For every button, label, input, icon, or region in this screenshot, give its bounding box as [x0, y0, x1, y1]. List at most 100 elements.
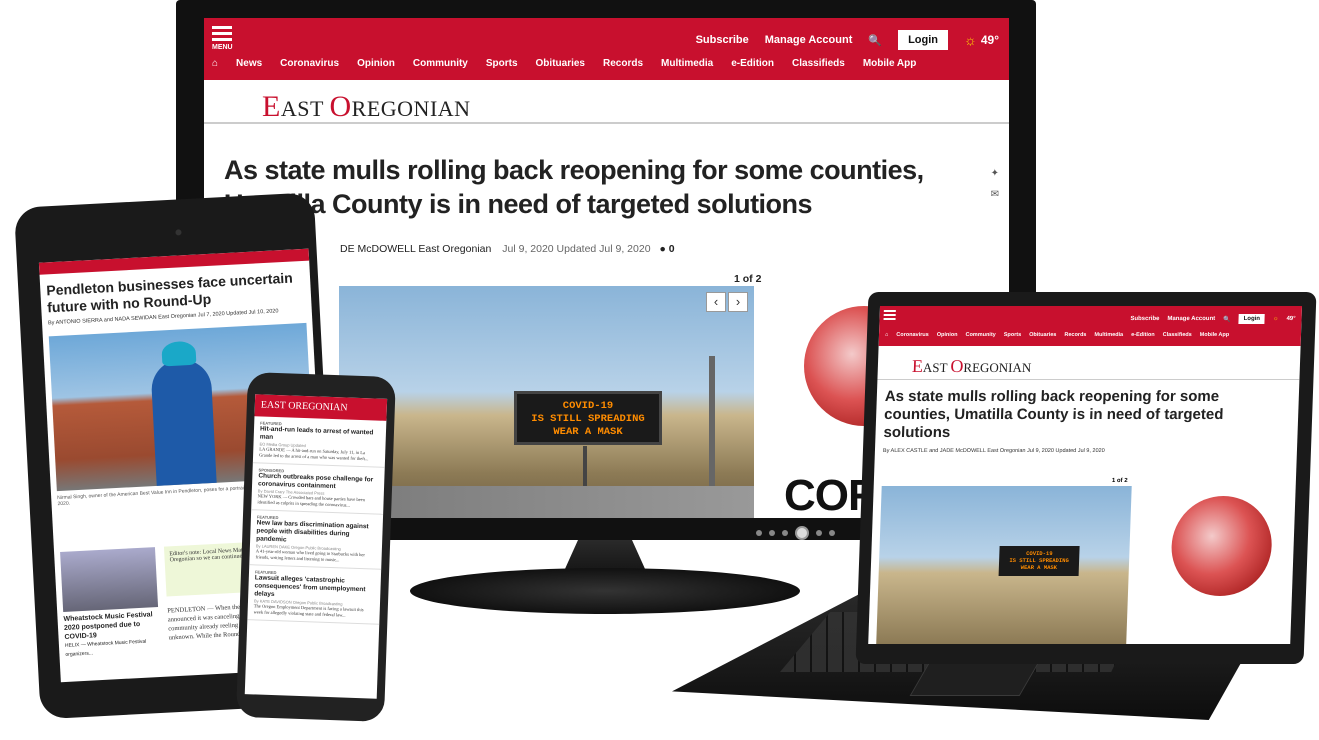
logo-initial: E	[911, 356, 924, 376]
nav-item-sports[interactable]: Sports	[486, 58, 518, 69]
nav-item-e-edition[interactable]: e-Edition	[1131, 332, 1155, 338]
laptop-topbar: Subscribe Manage Account 🔍 Login ☼ 49° ⌂…	[878, 306, 1303, 346]
nav-item-community[interactable]: Community	[413, 58, 468, 69]
article-headline: As state mulls rolling back reopening fo…	[224, 155, 924, 219]
logo-word: REGONIAN	[351, 96, 471, 121]
byline-dates: Jul 9, 2020 Updated Jul 9, 2020	[502, 243, 651, 255]
laptop-menu-button[interactable]	[883, 310, 909, 323]
manage-account-link[interactable]: Manage Account	[765, 34, 853, 46]
nav-item-obituaries[interactable]: Obituaries	[536, 58, 585, 69]
nav-item-mobile-app[interactable]: Mobile App	[863, 58, 917, 69]
monitor-base	[410, 568, 800, 614]
manage-account-link[interactable]: Manage Account	[1167, 316, 1215, 322]
search-icon[interactable]: 🔍	[1223, 316, 1231, 323]
home-icon[interactable]: ⌂	[885, 332, 889, 338]
sign-line: COVID-19	[1026, 550, 1053, 557]
nav-item-records[interactable]: Records	[603, 58, 643, 69]
nav-item-multimedia[interactable]: Multimedia	[661, 58, 713, 69]
list-item[interactable]: SPONSORED Church outbreaks pose challeng…	[251, 463, 385, 515]
email-icon[interactable]: ✉	[991, 189, 999, 200]
laptop-article-headline: As state mulls rolling back reopening fo…	[883, 388, 1224, 441]
logo-word: REGONIAN	[295, 400, 348, 414]
phone-screen: EAST OREGONIAN FEATURED Hit-and-run lead…	[244, 394, 388, 699]
site-logo[interactable]: EAST OREGONIAN	[262, 90, 471, 124]
tablet-related-article[interactable]: Wheatstock Music Festival 2020 postponed…	[60, 547, 161, 660]
virus-graphic	[1169, 496, 1274, 596]
sign-line: WEAR A MASK	[1020, 564, 1058, 571]
dot[interactable]	[769, 530, 775, 536]
dot[interactable]	[816, 530, 822, 536]
dot[interactable]	[756, 530, 762, 536]
main-nav: ⌂ News Coronavirus Opinion Community Spo…	[212, 58, 916, 69]
logo-word: REGONIAN	[963, 360, 1032, 375]
slide-arrows: ‹ ›	[706, 292, 748, 312]
dot[interactable]	[829, 530, 835, 536]
chevron-left-icon[interactable]: ‹	[706, 292, 726, 312]
photo-sign: COVID-19 IS STILL SPREADING WEAR A MASK	[514, 391, 662, 445]
list-item[interactable]: FEATURED New law bars discrimination aga…	[249, 510, 384, 570]
laptop-site-logo[interactable]: EAST OREGONIAN	[877, 346, 1301, 380]
nav-item-coronavirus[interactable]: Coronavirus	[280, 58, 339, 69]
share-icons: ✦ ✉	[991, 168, 999, 200]
subscribe-link[interactable]: Subscribe	[696, 34, 749, 46]
sign-line: IS STILL SPREADING	[531, 413, 645, 425]
home-icon[interactable]: ⌂	[212, 58, 218, 69]
sun-icon: ☼	[1272, 316, 1279, 322]
list-item[interactable]: FEATURED Lawsuit alleges 'catastrophic c…	[247, 565, 382, 625]
dot[interactable]	[782, 530, 788, 536]
tablet-camera	[175, 229, 182, 236]
hamburger-icon	[883, 310, 896, 312]
search-icon[interactable]: 🔍	[868, 34, 882, 47]
slide-dots	[756, 526, 835, 540]
laptop-article-photo[interactable]: COVID-19 IS STILL SPREADING WEAR A MASK	[876, 486, 1132, 644]
logo-word: AST	[266, 399, 289, 412]
nav-item-obituaries[interactable]: Obituaries	[1029, 332, 1056, 338]
nav-item-records[interactable]: Records	[1064, 332, 1086, 338]
nav-item-opinion[interactable]: Opinion	[357, 58, 395, 69]
logo-word: AST	[922, 360, 951, 375]
sign-line: COVID-19	[562, 400, 614, 412]
temperature: 49°	[1286, 316, 1296, 322]
sun-icon: ☼	[964, 32, 977, 48]
hamburger-icon-bar	[883, 314, 896, 316]
nav-item-classifieds[interactable]: Classifieds	[792, 58, 845, 69]
dot-active[interactable]	[795, 526, 809, 540]
laptop: Subscribe Manage Account 🔍 Login ☼ 49° ⌂…	[855, 292, 1317, 664]
weather-widget[interactable]: ☼ 49°	[964, 32, 999, 48]
nav-item-community[interactable]: Community	[965, 332, 995, 338]
nav-item-coronavirus[interactable]: Coronavirus	[896, 332, 929, 338]
logo-row: EAST OREGONIAN	[204, 80, 1009, 124]
laptop-article-byline: By ALEX CASTLE and JADE McDOWELL East Or…	[882, 448, 1105, 454]
article-photo[interactable]: COVID-19 IS STILL SPREADING WEAR A MASK …	[339, 286, 754, 518]
subscribe-link[interactable]: Subscribe	[1130, 316, 1159, 322]
comment-icon[interactable]: ●	[659, 243, 665, 255]
login-button[interactable]: Login	[1238, 314, 1266, 324]
laptop-screen: Subscribe Manage Account 🔍 Login ☼ 49° ⌂…	[868, 306, 1303, 644]
menu-button[interactable]: MENU	[212, 26, 238, 51]
nav-item-news[interactable]: News	[236, 58, 262, 69]
temperature: 49°	[980, 33, 999, 47]
login-button[interactable]: Login	[898, 30, 948, 50]
list-item[interactable]: FEATURED Hit-and-run leads to arrest of …	[252, 416, 387, 468]
logo-word: AST	[280, 96, 330, 121]
menu-label: MENU	[212, 44, 233, 51]
laptop-touchpad	[909, 660, 1041, 696]
laptop-top-actions: Subscribe Manage Account 🔍 Login ☼ 49°	[1130, 314, 1296, 324]
byline-authors: DE McDOWELL East Oregonian	[340, 243, 492, 255]
nav-item-e-edition[interactable]: e-Edition	[731, 58, 774, 69]
nav-item-multimedia[interactable]: Multimedia	[1094, 332, 1123, 338]
hamburger-icon-bar	[883, 318, 896, 320]
nav-item-classifieds[interactable]: Classifieds	[1163, 332, 1192, 338]
hamburger-icon-bar	[212, 38, 232, 41]
chevron-right-icon[interactable]: ›	[728, 292, 748, 312]
photo-sign: COVID-19 IS STILL SPREADING WEAR A MASK	[998, 546, 1080, 576]
logo-initial: O	[950, 356, 964, 376]
site-topbar: MENU Subscribe Manage Account 🔍 Login ☼ …	[204, 18, 1009, 80]
nav-item-opinion[interactable]: Opinion	[937, 332, 958, 338]
photo-person	[150, 357, 217, 486]
related-article-image	[60, 547, 159, 612]
twitter-icon[interactable]: ✦	[991, 168, 999, 179]
nav-item-mobile-app[interactable]: Mobile App	[1200, 332, 1230, 338]
phone: EAST OREGONIAN FEATURED Hit-and-run lead…	[235, 372, 396, 722]
nav-item-sports[interactable]: Sports	[1004, 332, 1022, 338]
